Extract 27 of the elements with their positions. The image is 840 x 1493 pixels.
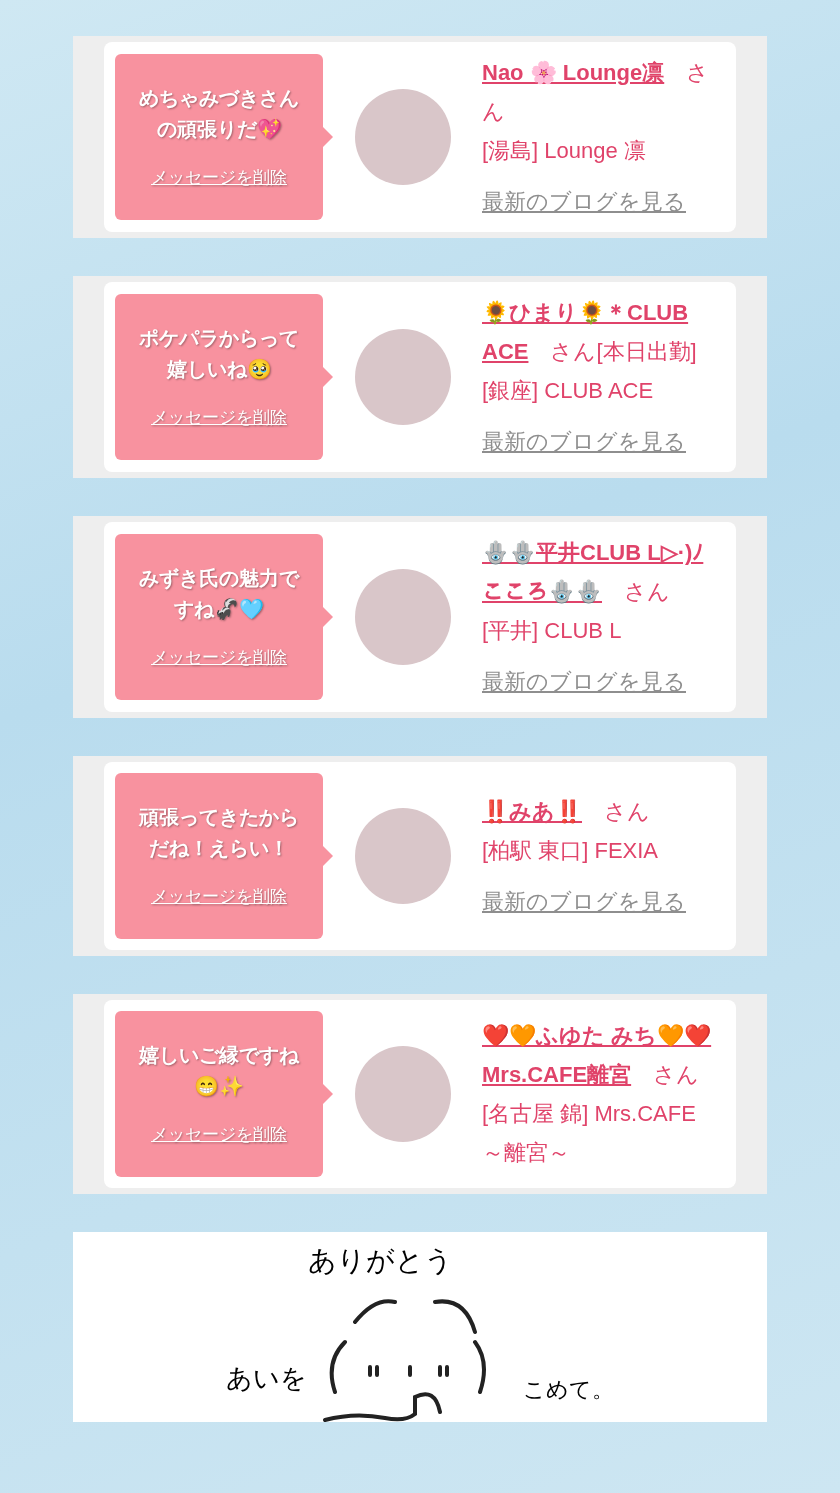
delete-message-link[interactable]: メッセージを削除 (151, 645, 287, 671)
latest-blog-link[interactable]: 最新のブログを見る (482, 662, 712, 701)
delete-message-link[interactable]: メッセージを削除 (151, 884, 287, 910)
delete-message-link[interactable]: メッセージを削除 (151, 1122, 287, 1148)
profile-name-line[interactable]: 🌻ひまり🌻＊CLUB ACE さん[本日出勤] (482, 293, 712, 371)
message-text: めちゃみづきさんの頑張りだ💖 (138, 86, 300, 143)
note-text: ありがとう (307, 1243, 453, 1279)
message-text: 嬉しいご縁ですね😁✨ (137, 1043, 301, 1100)
shop-location-text: [銀座] CLUB ACE (482, 377, 655, 405)
latest-blog-link[interactable]: 最新のブログを見る (482, 881, 712, 921)
shop-location-text: [平井] CLUB L (482, 617, 623, 645)
shop-location-text: [湯島] Lounge 凛 (482, 137, 647, 165)
profile-name-line[interactable]: ❤🧡ふゆた みち🧡❤Mrs.CAFE離宮 さん (482, 1016, 712, 1094)
message-text: みずき氏の魅力ですね🦨🩵 (138, 566, 301, 623)
shop-location-text: [名古屋 錦] Mrs.CAFE ～離宮～ (482, 1100, 697, 1167)
latest-blog-link[interactable]: 最新のブログを見る (482, 182, 712, 221)
message-text: 頑張ってきたからだね！えらい！ (137, 805, 300, 862)
delete-message-link[interactable]: メッセージを削除 (151, 405, 287, 431)
latest-blog-link[interactable]: 最新のブログを見る (482, 422, 712, 461)
delete-message-link[interactable]: メッセージを削除 (151, 165, 287, 191)
profile-name-line[interactable]: 🪬🪬平井CLUB L▷·)ﾉこころ🪬🪬 さん (482, 533, 712, 611)
note-text: こめて。 (523, 1376, 614, 1404)
message-text: ポケパラからって嬉しいね🥹 (138, 326, 300, 383)
profile-name-line[interactable]: ‼みあ‼ さん (482, 791, 712, 831)
note-text: あいを (226, 1362, 307, 1395)
shop-location-text: [柏駅 東口] FEXIA (482, 836, 660, 865)
profile-name-line[interactable]: Nao 🌸 Lounge凛 さん (482, 53, 712, 131)
